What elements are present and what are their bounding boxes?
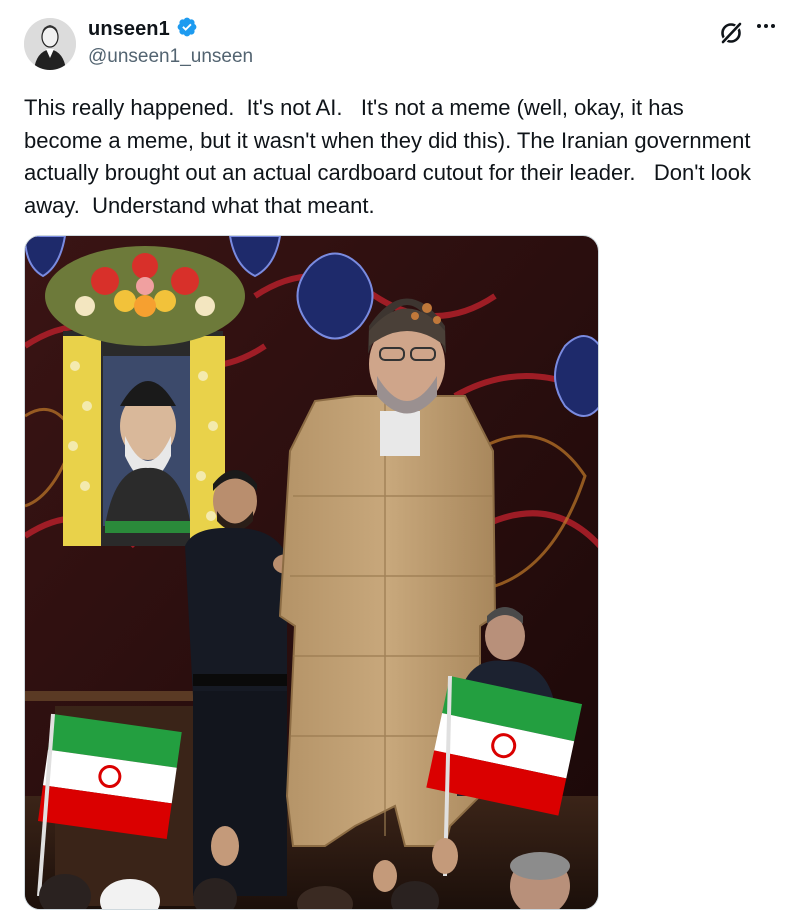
author-avatar[interactable] [24,18,76,70]
author-display-name[interactable]: unseen1 [88,18,170,41]
author-handle[interactable]: @unseen1_unseen [88,46,253,68]
post-photo[interactable] [24,235,599,910]
grok-icon[interactable] [718,20,744,46]
post-text: This really happened. It's not AI. It's … [24,95,758,218]
more-options-icon[interactable] [754,14,778,38]
verified-badge-icon [176,16,198,43]
author-name-row[interactable]: unseen1 [88,16,198,43]
